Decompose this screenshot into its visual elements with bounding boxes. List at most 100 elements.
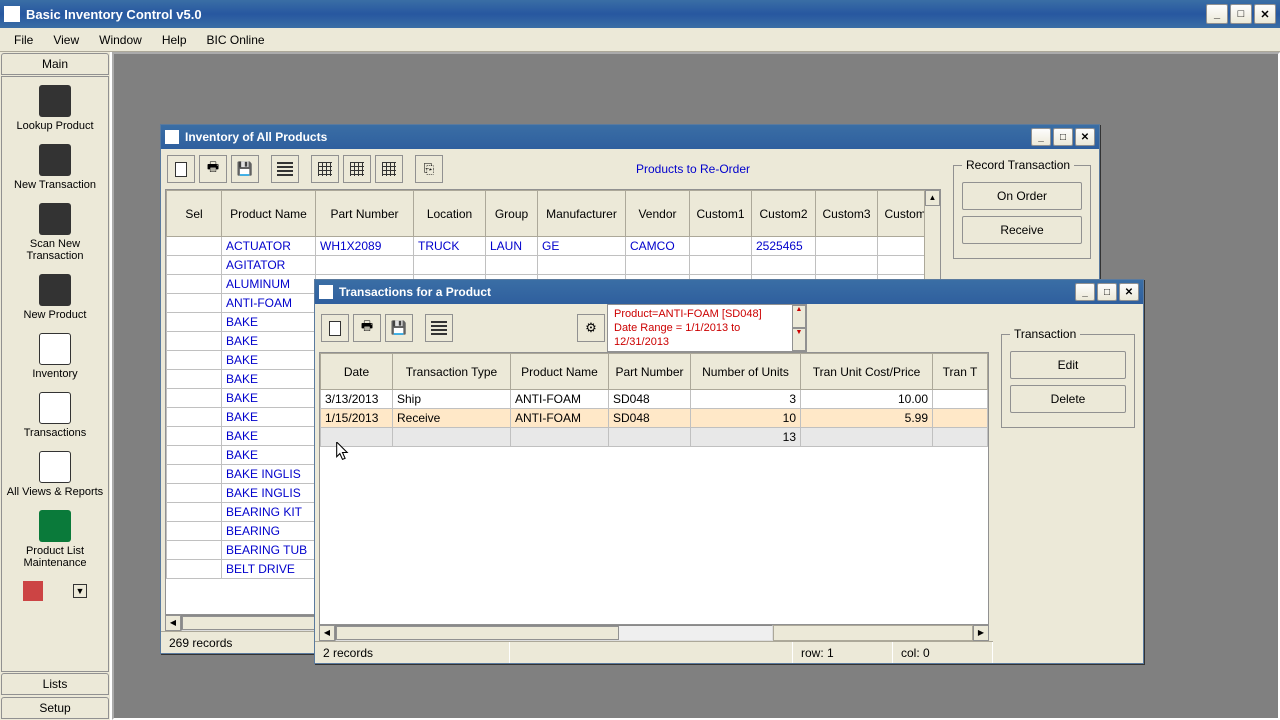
sidebar-item-new-product[interactable]: New Product xyxy=(2,266,108,325)
table-row[interactable]: 1/15/2013ReceiveANTI-FOAMSD048105.99 xyxy=(321,409,988,428)
minimize-button[interactable]: _ xyxy=(1206,4,1228,24)
col-part-number[interactable]: Part Number xyxy=(316,191,414,237)
sidebar-tab-setup[interactable]: Setup xyxy=(1,697,109,719)
grid-icon xyxy=(350,162,364,176)
filter-date-range: Date Range = 1/1/2013 to 12/31/2013 xyxy=(614,321,788,349)
col-part-number[interactable]: Part Number xyxy=(609,354,691,390)
transactions-hscroll[interactable]: ◀ ▶ xyxy=(319,625,989,641)
col-custom3[interactable]: Custom3 xyxy=(816,191,878,237)
menu-window[interactable]: Window xyxy=(89,30,152,50)
refresh-button[interactable] xyxy=(321,314,349,342)
sidebar-item-inventory[interactable]: Inventory xyxy=(2,325,108,384)
grid2-button[interactable] xyxy=(343,155,371,183)
print-button[interactable]: 🖶 xyxy=(353,314,381,342)
scroll-right-icon[interactable]: ▶ xyxy=(973,625,989,641)
view-list-button[interactable] xyxy=(271,155,299,183)
transactions-maximize-button[interactable]: □ xyxy=(1097,283,1117,301)
menu-help[interactable]: Help xyxy=(152,30,197,50)
scroll-up-icon[interactable]: ▲ xyxy=(925,190,940,206)
col-vendor[interactable]: Vendor xyxy=(626,191,690,237)
grid-icon xyxy=(382,162,396,176)
refresh-icon xyxy=(329,321,341,336)
list-icon xyxy=(39,392,71,424)
col-units[interactable]: Number of Units xyxy=(691,354,801,390)
filter-up-icon[interactable]: ▲ xyxy=(792,305,806,328)
table-row[interactable]: 3/13/2013ShipANTI-FOAMSD048310.00 xyxy=(321,390,988,409)
close-button[interactable]: ✕ xyxy=(1254,4,1276,24)
col-custom1[interactable]: Custom1 xyxy=(690,191,752,237)
menu-file[interactable]: File xyxy=(4,30,43,50)
filter-icon: ⚙ xyxy=(585,320,597,336)
list-view-icon xyxy=(277,162,293,176)
sidebar-tab-main[interactable]: Main xyxy=(1,53,109,75)
sidebar-item-more[interactable]: ▼ xyxy=(2,573,108,605)
inventory-minimize-button[interactable]: _ xyxy=(1031,128,1051,146)
col-transaction-type[interactable]: Transaction Type xyxy=(393,354,511,390)
col-product-name[interactable]: Product Name xyxy=(222,191,316,237)
sidebar-item-lookup-product[interactable]: Lookup Product xyxy=(2,77,108,136)
col-cost[interactable]: Tran Unit Cost/Price xyxy=(801,354,933,390)
save-button[interactable]: 💾 xyxy=(231,155,259,183)
transactions-row-indicator: row: 1 xyxy=(793,642,893,663)
col-product-name[interactable]: Product Name xyxy=(511,354,609,390)
table-row[interactable]: AGITATOR xyxy=(167,256,925,275)
col-date[interactable]: Date xyxy=(321,354,393,390)
receive-button[interactable]: Receive xyxy=(962,216,1082,244)
transactions-minimize-button[interactable]: _ xyxy=(1075,283,1095,301)
refresh-icon xyxy=(175,162,187,177)
sidebar-item-new-transaction[interactable]: New Transaction xyxy=(2,136,108,195)
list-view-icon xyxy=(431,321,447,335)
record-transaction-panel: Record Transaction On Order Receive xyxy=(953,165,1091,259)
scroll-left-icon[interactable]: ◀ xyxy=(165,615,181,631)
transactions-titlebar[interactable]: Transactions for a Product _ □ ✕ xyxy=(315,280,1143,304)
transactions-grid[interactable]: Date Transaction Type Product Name Part … xyxy=(320,353,988,447)
grid3-button[interactable] xyxy=(375,155,403,183)
view-list-button[interactable] xyxy=(425,314,453,342)
refresh-button[interactable] xyxy=(167,155,195,183)
transactions-close-button[interactable]: ✕ xyxy=(1119,283,1139,301)
col-manufacturer[interactable]: Manufacturer xyxy=(538,191,626,237)
col-group[interactable]: Group xyxy=(486,191,538,237)
reorder-link[interactable]: Products to Re-Order xyxy=(636,162,750,176)
col-custom2[interactable]: Custom2 xyxy=(752,191,816,237)
grid1-button[interactable] xyxy=(311,155,339,183)
transactions-toolbar: 🖶 💾 ⚙ Product=ANTI-FOAM [SD048] Date Ran… xyxy=(315,304,993,352)
filter-button[interactable]: ⚙ xyxy=(577,314,605,342)
col-custom4[interactable]: Custom4 xyxy=(878,191,925,237)
col-tran-t[interactable]: Tran T xyxy=(933,354,988,390)
on-order-button[interactable]: On Order xyxy=(962,182,1082,210)
grid-icon xyxy=(318,162,332,176)
col-sel[interactable]: Sel xyxy=(167,191,222,237)
menubar: File View Window Help BIC Online xyxy=(0,28,1280,52)
transactions-window: Transactions for a Product _ □ ✕ 🖶 💾 ⚙ xyxy=(314,279,1144,664)
sidebar-item-product-list-maintenance[interactable]: Product List Maintenance xyxy=(2,502,108,573)
table-row[interactable]: ACTUATORWH1X2089TRUCKLAUNGECAMCO2525465 xyxy=(167,237,925,256)
bars-icon xyxy=(39,510,71,542)
print-icon: 🖶 xyxy=(207,158,219,180)
col-location[interactable]: Location xyxy=(414,191,486,237)
filter-down-icon[interactable]: ▼ xyxy=(792,328,806,351)
workspace: Inventory of All Products _ □ ✕ 🖶 💾 xyxy=(112,52,1280,720)
print-button[interactable]: 🖶 xyxy=(199,155,227,183)
menu-view[interactable]: View xyxy=(43,30,89,50)
export-icon: ⎘ xyxy=(424,161,434,177)
hscroll-thumb[interactable] xyxy=(336,626,619,640)
delete-button[interactable]: Delete xyxy=(1010,385,1126,413)
maximize-button[interactable]: □ xyxy=(1230,4,1252,24)
binoculars-icon xyxy=(39,85,71,117)
menu-bic-online[interactable]: BIC Online xyxy=(197,30,275,50)
scroll-left-icon[interactable]: ◀ xyxy=(319,625,335,641)
dropdown-icon[interactable]: ▼ xyxy=(73,584,87,598)
filter-display: Product=ANTI-FOAM [SD048] Date Range = 1… xyxy=(607,304,807,352)
sidebar-item-transactions[interactable]: Transactions xyxy=(2,384,108,443)
edit-button[interactable]: Edit xyxy=(1010,351,1126,379)
inventory-maximize-button[interactable]: □ xyxy=(1053,128,1073,146)
export-button[interactable]: ⎘ xyxy=(415,155,443,183)
sidebar-tab-lists[interactable]: Lists xyxy=(1,673,109,695)
inventory-titlebar[interactable]: Inventory of All Products _ □ ✕ xyxy=(161,125,1099,149)
sidebar-item-all-views-reports[interactable]: All Views & Reports xyxy=(2,443,108,502)
inventory-close-button[interactable]: ✕ xyxy=(1075,128,1095,146)
sidebar-item-scan-new-transaction[interactable]: Scan New Transaction xyxy=(2,195,108,266)
app-titlebar: Basic Inventory Control v5.0 _ □ ✕ xyxy=(0,0,1280,28)
save-button[interactable]: 💾 xyxy=(385,314,413,342)
